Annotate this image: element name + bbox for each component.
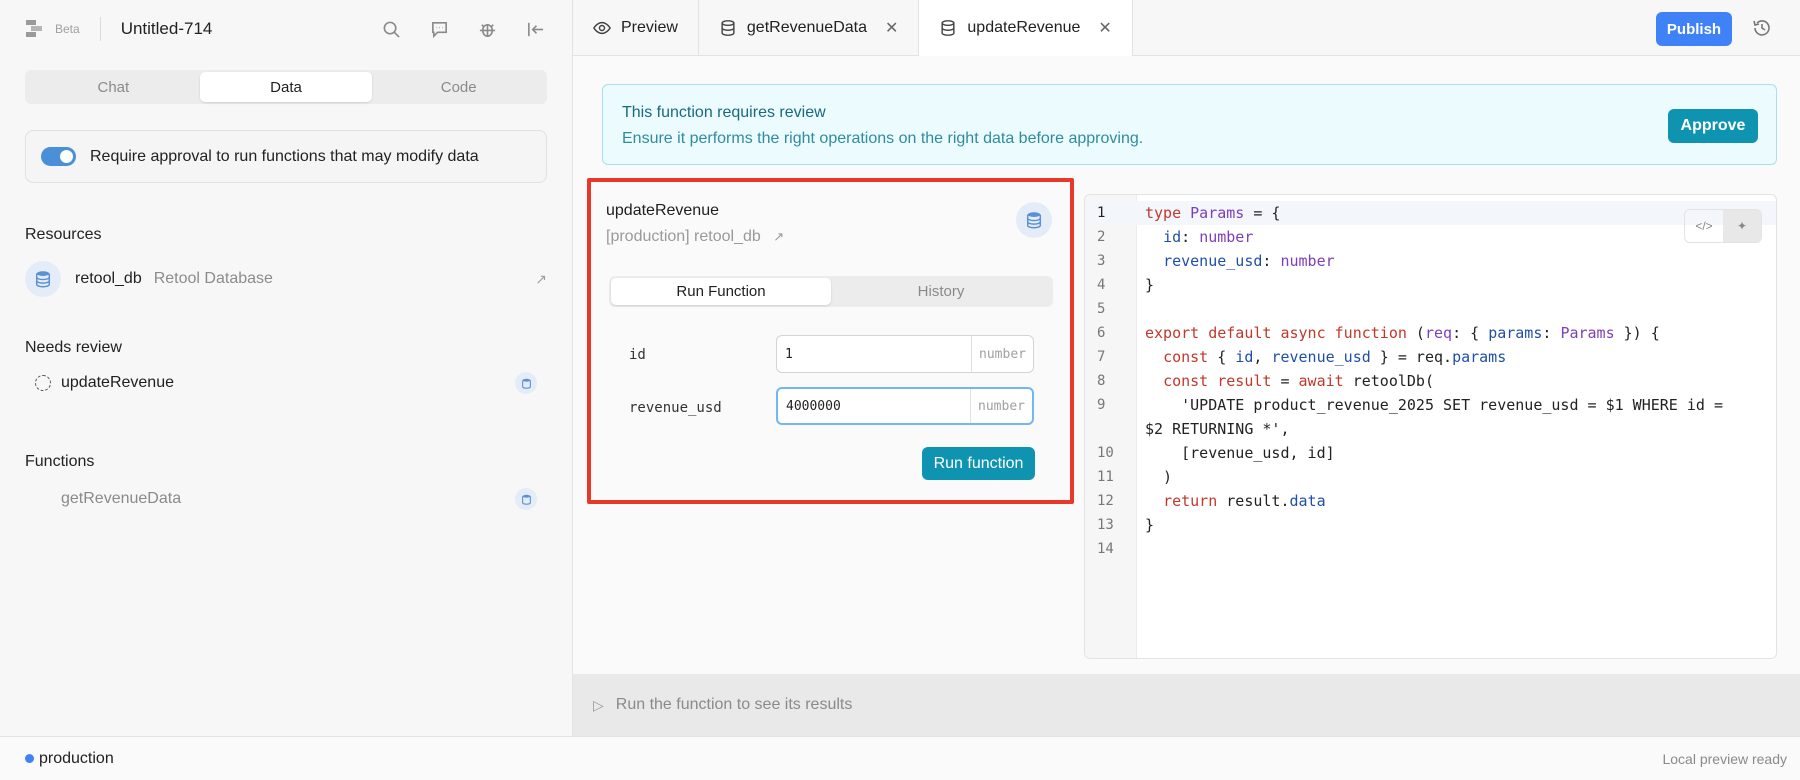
param-value: 4000000 — [786, 398, 841, 414]
comment-icon[interactable] — [427, 17, 451, 41]
status-bar: production Local preview ready — [0, 736, 1800, 780]
resource-name: retool_db — [75, 270, 142, 287]
function-env-label: [production] retool_db — [606, 228, 761, 245]
code-editor[interactable]: 1 type Params = { 2 id: number 3 revenue_… — [1084, 194, 1777, 659]
code-line: 4} — [1097, 276, 1155, 294]
code-line: 13} — [1097, 516, 1155, 534]
tab-data[interactable]: Data — [199, 72, 373, 102]
function-name: updateRevenue — [606, 202, 719, 219]
param-revenue-input[interactable]: 4000000 number — [776, 387, 1034, 425]
code-line: 9 'UPDATE product_revenue_2025 SET reven… — [1097, 396, 1723, 414]
results-panel: ▷ Run the function to see its results — [573, 674, 1800, 736]
run-function-button[interactable]: Run function — [922, 447, 1035, 480]
external-link-icon[interactable]: ↗ — [535, 271, 547, 288]
review-item-label: updateRevenue — [61, 374, 174, 391]
function-tabs: Run Function History — [609, 276, 1053, 307]
approval-toggle[interactable] — [41, 147, 76, 166]
eye-icon — [593, 21, 611, 35]
code-line: 2 id: number — [1097, 228, 1254, 246]
close-icon[interactable]: ✕ — [1098, 18, 1111, 38]
resource-type: Retool Database — [153, 270, 273, 287]
tab-history[interactable]: History — [831, 278, 1051, 305]
tab-run-function[interactable]: Run Function — [611, 278, 831, 305]
retool-logo-icon — [25, 18, 47, 40]
param-label: revenue_usd — [629, 400, 722, 416]
approve-button[interactable]: Approve — [1668, 109, 1758, 143]
external-link-icon: ↗ — [773, 229, 785, 244]
param-label: id — [629, 347, 646, 363]
sidebar: Beta Untitled-714 Chat Data Code Require… — [0, 0, 573, 736]
preview-status: Local preview ready — [1662, 750, 1787, 767]
function-item[interactable]: getRevenueData — [25, 483, 547, 515]
review-banner: This function requires review Ensure it … — [602, 84, 1777, 165]
tab-label: updateRevenue — [967, 19, 1081, 36]
graph-view-icon[interactable]: ✦ — [1723, 210, 1761, 242]
approval-label: Require approval to run functions that m… — [90, 147, 479, 165]
resources-heading: Resources — [25, 226, 102, 243]
collapse-sidebar-icon[interactable] — [523, 17, 547, 41]
banner-title: This function requires review — [622, 104, 826, 121]
tab-code[interactable]: Code — [372, 72, 545, 102]
code-line: 5 — [1097, 301, 1106, 317]
needs-review-heading: Needs review — [25, 339, 122, 356]
param-id-input[interactable]: 1 number — [776, 335, 1034, 373]
database-icon — [515, 488, 537, 510]
param-value: 1 — [785, 346, 793, 362]
tab-getrevenuedata[interactable]: getRevenueData ✕ — [699, 0, 920, 56]
param-type: number — [970, 389, 1032, 423]
sidebar-header: Beta Untitled-714 — [0, 0, 572, 58]
results-placeholder: Run the function to see its results — [615, 696, 853, 713]
env-status-dot — [25, 754, 34, 763]
history-icon[interactable] — [1752, 18, 1774, 40]
code-line: 11 ) — [1097, 468, 1173, 486]
code-line: 14 — [1097, 541, 1114, 557]
code-line: 12 return result.data — [1097, 492, 1326, 510]
code-line: 1 type Params = { — [1085, 201, 1776, 225]
database-icon — [515, 372, 537, 394]
database-icon — [941, 20, 955, 36]
code-view-icon[interactable]: </> — [1685, 210, 1723, 242]
function-run-panel: updateRevenue [production] retool_db ↗ R… — [587, 178, 1074, 504]
tab-preview[interactable]: Preview — [573, 0, 699, 56]
approval-setting: Require approval to run functions that m… — [25, 130, 547, 183]
tab-label: getRevenueData — [746, 19, 867, 36]
code-line: 7 const { id, revenue_usd } = req.params — [1097, 348, 1507, 366]
sidebar-tabs: Chat Data Code — [25, 70, 547, 104]
function-item-label: getRevenueData — [61, 490, 182, 507]
resource-item[interactable]: retool_db Retool Database ↗ — [25, 259, 547, 299]
code-line: 3 revenue_usd: number — [1097, 252, 1335, 270]
code-line: 6 export default async function (req: { p… — [1097, 324, 1660, 342]
debug-icon[interactable] — [475, 17, 499, 41]
database-icon — [25, 261, 61, 297]
code-line: 10 [revenue_usd, id] — [1097, 444, 1335, 462]
divider — [99, 17, 101, 41]
beta-badge: Beta — [55, 22, 80, 36]
database-icon — [721, 20, 735, 36]
param-type: number — [971, 336, 1033, 372]
environment-label[interactable]: production — [39, 750, 114, 768]
code-line: 8 const result = await retoolDb( — [1097, 372, 1434, 390]
search-icon[interactable] — [379, 17, 403, 41]
tab-label: Preview — [621, 19, 678, 36]
editor-tabbar: Preview getRevenueData ✕ updateRevenue ✕… — [573, 0, 1800, 56]
functions-heading: Functions — [25, 453, 95, 470]
tab-chat[interactable]: Chat — [27, 72, 200, 102]
tab-updaterevenue[interactable]: updateRevenue ✕ — [919, 0, 1133, 56]
function-env[interactable]: [production] retool_db ↗ — [606, 228, 784, 246]
database-icon — [1016, 202, 1052, 238]
play-icon: ▷ — [593, 696, 604, 713]
app-title[interactable]: Untitled-714 — [121, 19, 213, 39]
code-toolbar: </> ✦ — [1684, 209, 1762, 243]
review-item[interactable]: updateRevenue — [25, 367, 547, 399]
pending-spinner-icon — [35, 375, 51, 391]
publish-button[interactable]: Publish — [1656, 12, 1732, 46]
close-icon[interactable]: ✕ — [885, 18, 898, 38]
code-line: $2 RETURNING *', — [1145, 420, 1290, 438]
banner-subtitle: Ensure it performs the right operations … — [622, 130, 1144, 147]
